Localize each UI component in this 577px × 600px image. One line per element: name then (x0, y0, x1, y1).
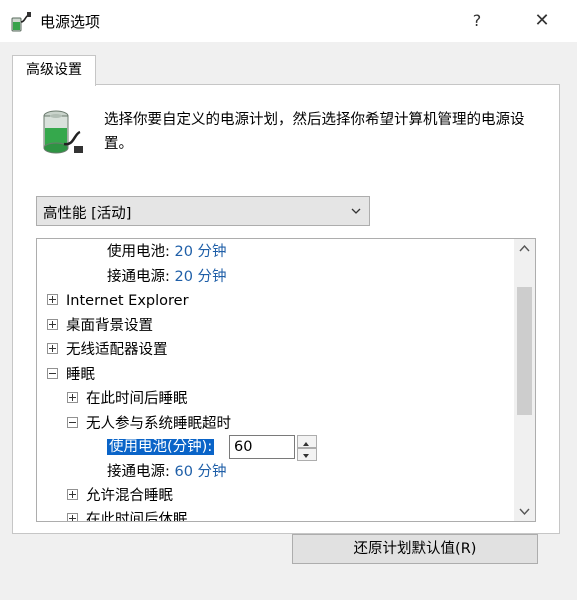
selected-setting-label: 使用电池(分钟): (107, 439, 215, 455)
settings-tree[interactable]: 使用电池: 20 分钟 接通电源: 20 分钟 Internet Explore… (36, 238, 536, 522)
expand-plus-icon[interactable] (67, 392, 78, 403)
tree-item-label: Internet Explorer (66, 293, 189, 309)
restore-defaults-button[interactable]: 还原计划默认值(R) (292, 534, 538, 564)
tree-item-hibernate-after[interactable]: 在此时间后休眠 (67, 509, 188, 522)
scroll-down-icon[interactable] (514, 501, 535, 521)
collapse-minus-icon[interactable] (47, 368, 58, 379)
tree-item-sleep[interactable]: 睡眠 (47, 364, 95, 386)
battery-plug-icon (43, 110, 83, 154)
tree-row-value[interactable]: 20 分钟 (175, 244, 227, 260)
tree-row-value[interactable]: 60 分钟 (175, 464, 227, 480)
tree-row-label: 接通电源: (107, 464, 170, 480)
power-plan-value: 高性能 [活动] (43, 206, 132, 222)
tree-row-label: 使用电池: (107, 244, 170, 260)
tree-item-hybrid-sleep[interactable]: 允许混合睡眠 (67, 485, 173, 507)
tree-item-internet-explorer[interactable]: Internet Explorer (47, 290, 189, 312)
window-title: 电源选项 (40, 13, 101, 31)
scrollbar-thumb[interactable] (517, 287, 532, 415)
tree-row-battery-minutes[interactable]: 使用电池(分钟): (107, 436, 215, 458)
tree-item-label: 允许混合睡眠 (86, 488, 173, 504)
vertical-scrollbar[interactable] (514, 239, 535, 521)
tree-item-wireless-adapter[interactable]: 无线适配器设置 (47, 339, 168, 361)
description-text: 选择你要自定义的电源计划，然后选择你希望计算机管理的电源设置。 (104, 112, 525, 152)
arrow-up-icon (303, 442, 309, 446)
tree-item-label: 在此时间后休眠 (86, 512, 188, 522)
expand-plus-icon[interactable] (47, 294, 58, 305)
arrow-down-icon (303, 454, 309, 458)
power-options-icon (11, 12, 31, 32)
collapse-minus-icon[interactable] (67, 417, 78, 428)
help-button[interactable]: ? (462, 7, 492, 35)
tree-item-desktop-background[interactable]: 桌面背景设置 (47, 315, 153, 337)
expand-plus-icon[interactable] (47, 319, 58, 330)
tree-item-label: 无人参与系统睡眠超时 (86, 416, 231, 432)
minutes-stepper[interactable] (297, 435, 317, 461)
minutes-input[interactable]: 60 (229, 435, 295, 459)
stepper-up-button[interactable] (297, 435, 317, 448)
tree-row-value[interactable]: 20 分钟 (175, 269, 227, 285)
power-plan-dropdown[interactable]: 高性能 [活动] (36, 196, 370, 226)
close-button[interactable]: ✕ (525, 7, 559, 35)
tree-row-plugged-minutes[interactable]: 接通电源: 60 分钟 (107, 461, 227, 483)
expand-plus-icon[interactable] (67, 489, 78, 500)
tree-item-label: 桌面背景设置 (66, 318, 153, 334)
title-bar: 电源选项 ? ✕ (0, 0, 577, 42)
tree-item-label: 睡眠 (66, 367, 95, 383)
tree-item-label: 无线适配器设置 (66, 342, 168, 358)
stepper-down-button[interactable] (297, 448, 317, 461)
tree-item-label: 在此时间后睡眠 (86, 391, 188, 407)
tree-row-plugged-timeout[interactable]: 接通电源: 20 分钟 (107, 266, 227, 288)
tree-row-label: 接通电源: (107, 269, 170, 285)
expand-plus-icon[interactable] (67, 513, 78, 521)
tab-advanced-settings[interactable]: 高级设置 (12, 55, 96, 86)
scroll-up-icon[interactable] (514, 239, 535, 259)
expand-plus-icon[interactable] (47, 343, 58, 354)
tree-item-sleep-after[interactable]: 在此时间后睡眠 (67, 388, 188, 410)
tree-row-battery-timeout[interactable]: 使用电池: 20 分钟 (107, 241, 227, 263)
chevron-down-icon (351, 208, 361, 214)
tree-item-unattended-sleep-timeout[interactable]: 无人参与系统睡眠超时 (67, 413, 231, 435)
